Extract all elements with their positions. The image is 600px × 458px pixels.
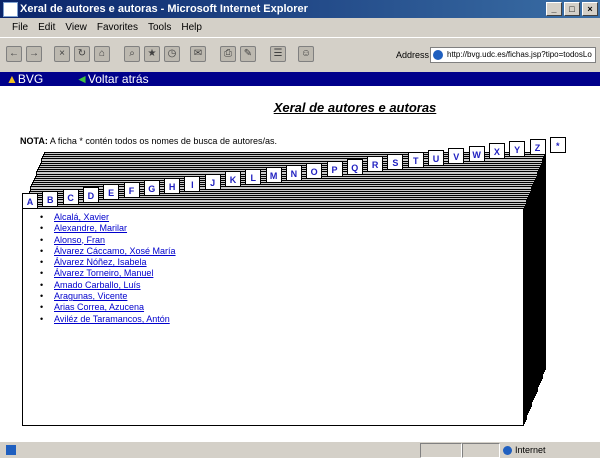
- discuss-icon[interactable]: ☰: [270, 46, 286, 62]
- back-arrow-icon: ◄: [76, 72, 88, 86]
- menu-help[interactable]: Help: [181, 20, 202, 36]
- author-link[interactable]: Amado Carballo, Luís: [54, 280, 141, 290]
- letter-tab[interactable]: B: [42, 191, 59, 207]
- letter-tab[interactable]: W: [468, 146, 485, 162]
- letter-tab[interactable]: S: [387, 154, 404, 170]
- menu-favorites[interactable]: Favorites: [97, 20, 138, 36]
- minimize-button[interactable]: _: [546, 2, 562, 16]
- note-text: A ficha * contén todos os nomes de busca…: [47, 136, 277, 146]
- page-title: Xeral de autores e autoras: [273, 100, 437, 115]
- letter-tab[interactable]: G: [143, 180, 160, 196]
- page-icon: [433, 50, 443, 60]
- site-nav-bar: ▲BVG ◄Voltar atrás: [0, 72, 600, 86]
- letter-tab[interactable]: I: [184, 176, 201, 192]
- menu-edit[interactable]: Edit: [38, 20, 55, 36]
- author-list: Alcalá, Xavier Alexandre, Marilar Alonso…: [40, 212, 176, 325]
- letter-tab[interactable]: E: [103, 184, 120, 200]
- back-link[interactable]: ◄Voltar atrás: [76, 72, 149, 86]
- list-item: Alcalá, Xavier: [40, 212, 176, 224]
- menu-tools[interactable]: Tools: [148, 20, 171, 36]
- letter-tab[interactable]: T: [407, 152, 424, 168]
- page-content: Xeral de autores e autoras NOTA: A ficha…: [0, 86, 600, 441]
- mail-icon[interactable]: ✉: [190, 46, 206, 62]
- list-item: Álvarez Torneiro, Manuel: [40, 268, 176, 280]
- list-item: Alonso, Fran: [40, 235, 176, 247]
- maximize-button[interactable]: □: [564, 2, 580, 16]
- window-title: Xeral de autores e autoras - Microsoft I…: [20, 3, 308, 15]
- forward-arrow-icon[interactable]: →: [26, 46, 42, 62]
- home-icon[interactable]: ⌂: [94, 46, 110, 62]
- letter-tab[interactable]: N: [285, 165, 302, 181]
- back-label: Voltar atrás: [87, 72, 149, 86]
- letter-tab[interactable]: H: [164, 178, 181, 194]
- window-titlebar: Xeral de autores e autoras - Microsoft I…: [0, 0, 600, 18]
- menu-view[interactable]: View: [65, 20, 87, 36]
- letter-tab[interactable]: V: [448, 148, 465, 164]
- letter-tab[interactable]: D: [82, 187, 99, 203]
- author-link[interactable]: Alonso, Fran: [54, 235, 105, 245]
- letter-tab[interactable]: O: [306, 163, 323, 179]
- list-item: Aragunas, Vicente: [40, 291, 176, 303]
- bvg-link[interactable]: ▲BVG: [6, 72, 43, 86]
- letter-tab[interactable]: Y: [509, 141, 526, 157]
- author-link[interactable]: Alcalá, Xavier: [54, 212, 109, 222]
- letter-tab[interactable]: P: [326, 161, 343, 177]
- list-item: Amado Carballo, Luís: [40, 280, 176, 292]
- close-button[interactable]: ×: [582, 2, 598, 16]
- history-icon[interactable]: ◷: [164, 46, 180, 62]
- author-link[interactable]: Alexandre, Marilar: [54, 223, 127, 233]
- search-icon[interactable]: ⌕: [124, 46, 140, 62]
- letter-tab[interactable]: K: [225, 171, 241, 187]
- refresh-icon[interactable]: ↻: [74, 46, 90, 62]
- bvg-label: BVG: [17, 72, 44, 86]
- menu-bar: File Edit View Favorites Tools Help: [0, 20, 600, 36]
- author-link[interactable]: Álvarez Torneiro, Manuel: [54, 268, 153, 278]
- status-segment: [462, 443, 500, 458]
- author-link[interactable]: Aviléz de Taramancos, Antón: [54, 314, 170, 324]
- edit-icon[interactable]: ✎: [240, 46, 256, 62]
- author-link[interactable]: Arias Correa, Azucena: [54, 302, 144, 312]
- menu-file[interactable]: File: [12, 20, 28, 36]
- letter-tab[interactable]: F: [123, 182, 140, 198]
- favorites-icon[interactable]: ★: [144, 46, 160, 62]
- toolbar: ← → × ↻ ⌂ ⌕ ★ ◷ ✉ ⎙ ✎ ☰ ☺ Address http:/…: [0, 37, 600, 73]
- author-link[interactable]: Álvarez Cáccamo, Xosé María: [54, 246, 176, 256]
- list-item: Álvarez Cáccamo, Xosé María: [40, 246, 176, 258]
- author-link[interactable]: Aragunas, Vicente: [54, 291, 127, 301]
- print-icon[interactable]: ⎙: [220, 46, 236, 62]
- author-link[interactable]: Álvarez Nóñez, Isabela: [54, 257, 147, 267]
- back-arrow-icon[interactable]: ←: [6, 46, 22, 62]
- address-label: Address: [396, 50, 430, 60]
- status-segment: [420, 443, 462, 458]
- letter-tab[interactable]: L: [245, 169, 262, 185]
- list-item: Alexandre, Marilar: [40, 223, 176, 235]
- security-zone: Internet: [503, 444, 546, 456]
- list-item: Álvarez Nóñez, Isabela: [40, 257, 176, 269]
- home-arrow-icon: ▲: [6, 72, 18, 86]
- ie-logo-icon: [3, 2, 18, 17]
- list-item: Aviléz de Taramancos, Antón: [40, 314, 176, 326]
- address-bar[interactable]: http://bvg.udc.es/fichas.jsp?tipo=todosL…: [430, 47, 596, 63]
- letter-tab[interactable]: Z: [529, 139, 546, 155]
- stop-icon[interactable]: ×: [54, 46, 70, 62]
- list-item: Arias Correa, Azucena: [40, 302, 176, 314]
- letter-tab[interactable]: M: [265, 167, 282, 183]
- messenger-icon[interactable]: ☺: [298, 46, 314, 62]
- letter-tab[interactable]: A: [22, 193, 38, 209]
- page-status-icon: [6, 445, 16, 455]
- letter-tab[interactable]: U: [428, 150, 444, 166]
- letter-tab[interactable]: R: [367, 156, 384, 172]
- letter-tab[interactable]: *: [549, 137, 566, 153]
- note: NOTA: A ficha * contén todos os nomes de…: [20, 136, 277, 146]
- note-label: NOTA:: [20, 136, 48, 146]
- letter-tab[interactable]: Q: [346, 159, 363, 175]
- status-bar: Internet: [0, 441, 600, 458]
- letter-tab[interactable]: J: [204, 174, 221, 190]
- address-value: http://bvg.udc.es/fichas.jsp?tipo=todosL…: [447, 50, 592, 59]
- letter-tab[interactable]: C: [62, 189, 79, 205]
- letter-tab[interactable]: X: [488, 143, 505, 159]
